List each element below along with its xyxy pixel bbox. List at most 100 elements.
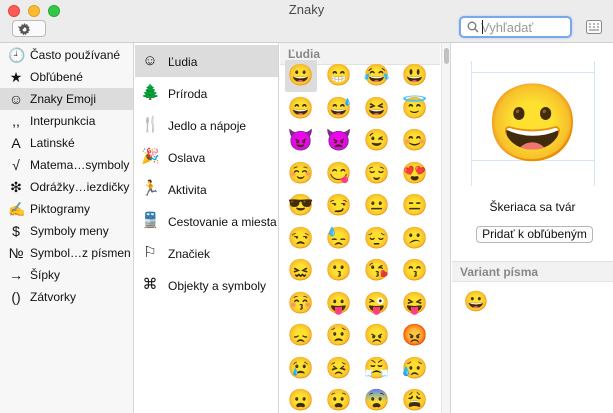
sidebar-item-12[interactable]: () Zátvorky — [0, 286, 133, 308]
search-input[interactable] — [481, 19, 567, 35]
emoji-cell[interactable]: 😛 — [323, 288, 355, 320]
numero-icon: № — [8, 245, 24, 261]
subcategory-label: Jedlo a nápoje — [168, 119, 247, 133]
emoji-cell[interactable]: 😐 — [361, 190, 393, 222]
subcategory-item-4[interactable]: 🎉 Oslava — [135, 141, 278, 173]
add-to-favorites-button[interactable]: Pridať k obľúbeným — [476, 226, 593, 243]
emoji-cell[interactable]: 😋 — [323, 158, 355, 190]
emoji-cell[interactable]: 😘 — [361, 255, 393, 287]
emoji-cell[interactable]: 😅 — [323, 93, 355, 125]
emoji-cell[interactable]: 😩 — [399, 385, 431, 413]
font-variant-glyph[interactable]: 😀 — [463, 289, 489, 315]
sidebar-item-8[interactable]: ✍ Piktogramy — [0, 198, 133, 220]
search-field[interactable] — [459, 16, 572, 38]
star-icon: ★ — [9, 69, 23, 85]
sidebar-item-label: Latinské — [30, 136, 75, 150]
emoji-cell[interactable]: 😇 — [399, 93, 431, 125]
emoji-cell[interactable]: 😊 — [399, 125, 431, 157]
bullet-star-icon: ❇ — [10, 179, 22, 195]
sidebar-item-11[interactable]: → Šípky — [0, 264, 133, 286]
emoji-cell[interactable]: 😥 — [399, 353, 431, 385]
emoji-cell[interactable]: 😈 — [285, 125, 317, 157]
emoji-cell[interactable]: 😞 — [285, 320, 317, 352]
pictograph-icon: ✍ — [8, 201, 26, 217]
sidebar-item-7[interactable]: ❇ Odrážky…iezdičky — [0, 176, 133, 198]
emoji-cell[interactable]: 😌 — [361, 158, 393, 190]
sidebar-item-1[interactable]: 🕘 Často používané — [0, 44, 133, 66]
sidebar-item-6[interactable]: √ Matema…symboly — [0, 154, 133, 176]
emoji-cell[interactable]: 👿 — [323, 125, 355, 157]
grid-view-icon[interactable] — [586, 20, 602, 34]
emoji-cell[interactable]: 😁 — [323, 60, 355, 92]
emoji-cell[interactable]: 😎 — [285, 190, 317, 222]
subcategory-item-3[interactable]: 🍴 Jedlo a nápoje — [135, 109, 278, 141]
emoji-cell[interactable]: 😦 — [285, 385, 317, 413]
emoji-cell[interactable]: 😄 — [285, 93, 317, 125]
sidebar-item-label: Odrážky…iezdičky — [30, 180, 130, 194]
sidebar-item-2[interactable]: ★ Obľúbené — [0, 66, 133, 88]
sidebar-item-3[interactable]: ☺ Znaky Emoji — [0, 88, 133, 110]
emoji-cell[interactable]: 😢 — [285, 353, 317, 385]
emoji-cell[interactable]: 😍 — [399, 158, 431, 190]
emoji-cell[interactable]: 😃 — [399, 60, 431, 92]
sidebar-item-label: Šípky — [30, 268, 61, 282]
subcategory-item-7[interactable]: ⚐ Značiek — [135, 237, 278, 269]
face-icon: ☺ — [142, 52, 158, 69]
subcategory-label: Značiek — [168, 247, 211, 261]
runner-icon: 🏃 — [141, 180, 160, 197]
character-name: Škeriaca sa tvár — [489, 200, 576, 214]
sidebar-item-5[interactable]: A Latinské — [0, 132, 133, 154]
text-cursor — [482, 20, 483, 34]
emoji-cell[interactable]: 😚 — [285, 288, 317, 320]
sidebar-item-4[interactable]: ,, Interpunkcia — [0, 110, 133, 132]
subcategory-label: Cestovanie a miesta — [168, 215, 277, 229]
emoji-cell[interactable]: 😏 — [323, 190, 355, 222]
emoji-cell[interactable]: 😑 — [399, 190, 431, 222]
emoji-grid-scrollbar[interactable] — [441, 43, 450, 413]
window-title: Znaky — [288, 2, 325, 17]
emoji-cell[interactable]: 😆 — [361, 93, 393, 125]
search-icon — [467, 21, 479, 33]
emoji-cell[interactable]: 😂 — [361, 60, 393, 92]
emoji-cell[interactable]: 😝 — [399, 288, 431, 320]
emoji-cell[interactable]: 😉 — [361, 125, 393, 157]
chevron-down-icon — [18, 26, 25, 31]
emoji-cell[interactable]: 😒 — [285, 223, 317, 255]
scrollbar-thumb[interactable] — [444, 48, 449, 64]
sidebar-item-label: Zátvorky — [30, 290, 77, 304]
subcategory-label: Oslava — [168, 151, 206, 165]
emoji-cell[interactable]: 😟 — [323, 320, 355, 352]
emoji-cell[interactable]: 😗 — [323, 255, 355, 287]
emoji-cell[interactable]: 😡 — [399, 320, 431, 352]
emoji-cell[interactable]: 😕 — [399, 223, 431, 255]
emoji-cell[interactable]: 😀 — [285, 60, 317, 92]
emoji-cell[interactable]: 😙 — [399, 255, 431, 287]
emoji-cell[interactable]: 😧 — [323, 385, 355, 413]
emoji-cell[interactable]: 😜 — [361, 288, 393, 320]
emoji-cell[interactable]: 😣 — [323, 353, 355, 385]
emoji-cell[interactable]: 😤 — [361, 353, 393, 385]
subcategory-item-6[interactable]: 🚆 Cestovanie a miesta — [135, 205, 278, 237]
subcategory-item-2[interactable]: 🌲 Príroda — [135, 77, 278, 109]
emoji-cell[interactable]: ☺️ — [285, 158, 317, 190]
sidebar-item-10[interactable]: № Symbol…z písmen — [0, 242, 133, 264]
subcategory-item-5[interactable]: 🏃 Aktivita — [135, 173, 278, 205]
objects-icon: ⌘ — [142, 276, 158, 293]
sidebar-item-9[interactable]: $ Symboly meny — [0, 220, 133, 242]
subcategory-label: Objekty a symboly — [168, 279, 267, 293]
emoji-cell[interactable]: 😖 — [285, 255, 317, 287]
party-popper-icon: 🎉 — [141, 148, 160, 165]
preview-glyph: 😀 — [485, 81, 581, 166]
character-viewer-window: Znaky 🕘 Často používané ★ Obľúbené ☺ Znaky Em… — [0, 0, 613, 413]
grid-section-title: Ľudia — [288, 47, 320, 61]
action-menu-button[interactable] — [12, 20, 46, 37]
parentheses-icon: () — [11, 289, 21, 305]
emoji-cell[interactable]: 😓 — [323, 223, 355, 255]
emoji-cell[interactable]: 😨 — [361, 385, 393, 413]
emoji-cell[interactable]: 😠 — [361, 320, 393, 352]
train-icon: 🚆 — [141, 212, 160, 229]
subcategory-item-8[interactable]: ⌘ Objekty a symboly — [135, 269, 278, 301]
subcategory-item-1[interactable]: ☺ Ľudia — [135, 45, 278, 77]
emoji-cell[interactable]: 😔 — [361, 223, 393, 255]
category-sidebar: 🕘 Často používané ★ Obľúbené ☺ Znaky Emoji,, I… — [0, 43, 134, 413]
